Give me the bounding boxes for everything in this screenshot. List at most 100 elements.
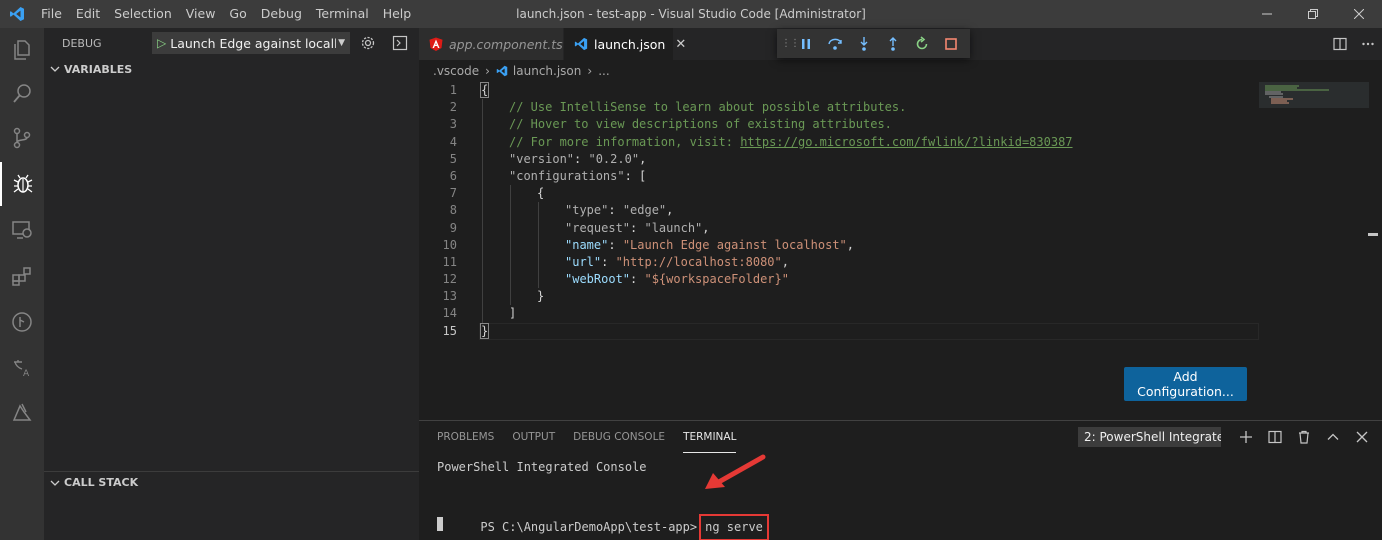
start-debugging-icon[interactable]: ▷	[157, 36, 166, 50]
minimize-button[interactable]	[1244, 0, 1290, 28]
code-line: 9 "request": "launch",	[419, 220, 1259, 237]
step-over-icon	[827, 38, 842, 50]
json-value: "http://localhost:8080"	[615, 254, 782, 269]
vscode-icon	[574, 37, 588, 51]
callstack-section-header[interactable]: CALL STACK	[44, 471, 419, 493]
chevron-right-icon: ›	[485, 64, 490, 78]
tab-app-component[interactable]: app.component.ts	[419, 28, 564, 60]
search-button[interactable]	[0, 72, 44, 116]
menu-help[interactable]: Help	[376, 0, 419, 28]
line-number: 8	[449, 203, 457, 218]
accessibility-button[interactable]: A	[0, 346, 44, 390]
split-terminal-button[interactable]	[1260, 430, 1289, 444]
step-out-icon	[889, 36, 896, 51]
step-over-button[interactable]	[820, 29, 849, 58]
code-link[interactable]: https://go.microsoft.com/fwlink/?linkid=…	[740, 135, 1072, 149]
step-into-button[interactable]	[849, 29, 878, 58]
editor-actions	[1326, 28, 1382, 60]
kill-terminal-button[interactable]	[1289, 430, 1318, 444]
chevron-right-icon: ›	[587, 64, 593, 78]
code-line: 11 "url": "http://localhost:8080",	[419, 254, 1259, 271]
code-line: 7 {	[419, 185, 1259, 202]
tab-launch-json[interactable]: launch.json ✕	[564, 28, 686, 60]
menu-debug[interactable]: Debug	[254, 0, 309, 28]
line-number: 13	[442, 289, 457, 304]
code-line: 8 "type": "edge",	[419, 202, 1259, 219]
json-key: "version"	[509, 151, 575, 166]
json-key: "request"	[565, 220, 631, 235]
stop-button[interactable]	[936, 29, 965, 58]
code-editor[interactable]: 1 { 2 // Use IntelliSense to learn about…	[419, 82, 1259, 352]
bottom-panel: PROBLEMS OUTPUT DEBUG CONSOLE TERMINAL 2…	[419, 420, 1382, 540]
restore-button[interactable]	[1290, 0, 1336, 28]
line-number: 6	[449, 168, 457, 183]
line-number: 7	[449, 186, 457, 201]
variables-section-header[interactable]: VARIABLES	[44, 58, 419, 80]
terminal-cursor	[437, 517, 443, 531]
tab-output[interactable]: OUTPUT	[512, 421, 555, 453]
close-panel-button[interactable]	[1347, 431, 1376, 443]
code-line: 3 // Hover to view descriptions of exist…	[419, 116, 1259, 133]
annotation-arrow-icon	[705, 454, 766, 489]
git-lens-button[interactable]	[0, 300, 44, 344]
line-number: 15	[442, 323, 457, 338]
step-out-button[interactable]	[878, 29, 907, 58]
tab-terminal[interactable]: TERMINAL	[683, 421, 737, 453]
menu-view[interactable]: View	[179, 0, 223, 28]
close-tab-icon[interactable]: ✕	[675, 37, 686, 52]
menu-go[interactable]: Go	[222, 0, 253, 28]
menu-terminal[interactable]: Terminal	[309, 0, 376, 28]
source-control-button[interactable]	[0, 116, 44, 160]
more-actions-button[interactable]	[1354, 37, 1382, 51]
code-text: }	[479, 322, 490, 339]
azure-button[interactable]	[0, 390, 44, 434]
maximize-panel-button[interactable]	[1318, 430, 1347, 444]
menu-file[interactable]: File	[34, 0, 69, 28]
restart-button[interactable]	[907, 29, 936, 58]
breadcrumb-symbol[interactable]: ...	[598, 64, 609, 78]
azure-icon	[12, 403, 32, 421]
search-icon	[13, 84, 31, 103]
close-icon	[1356, 431, 1367, 443]
code-comment: // Hover to view descriptions of existin…	[509, 117, 892, 132]
code-line-current: 15 }	[419, 322, 1259, 340]
current-line-highlight	[479, 322, 1259, 340]
minimap[interactable]	[1259, 82, 1369, 122]
split-editor-button[interactable]	[1326, 37, 1354, 51]
menu-selection[interactable]: Selection	[107, 0, 179, 28]
debug-toolbar: DEBUG ▷ Launch Edge against localhost ▼	[44, 28, 419, 58]
drag-handle-icon[interactable]: ⋮⋮	[781, 38, 800, 49]
code-text: ]	[509, 306, 517, 321]
scrollbar-marker[interactable]	[1368, 233, 1378, 236]
debug-console-button[interactable]	[386, 32, 414, 54]
extensions-button[interactable]	[0, 254, 44, 298]
extensions-icon	[12, 267, 31, 286]
window-controls	[1244, 0, 1382, 28]
chevron-down-icon	[48, 64, 62, 74]
remote-explorer-button[interactable]	[0, 208, 44, 252]
editor-tabs: app.component.ts launch.json ✕ ⋮⋮	[419, 28, 1382, 60]
tab-debug-console[interactable]: DEBUG CONSOLE	[573, 421, 665, 453]
line-number: 5	[449, 151, 457, 166]
breadcrumb-file[interactable]: launch.json	[513, 64, 581, 78]
files-icon	[14, 40, 30, 60]
menu-edit[interactable]: Edit	[69, 0, 107, 28]
pause-button[interactable]	[791, 29, 820, 58]
code-line: 4 // For more information, visit: https:…	[419, 134, 1259, 151]
breadcrumb-folder[interactable]: .vscode	[433, 64, 479, 78]
gear-icon	[361, 36, 375, 50]
add-configuration-button[interactable]: Add Configuration...	[1124, 367, 1247, 401]
line-number: 1	[449, 83, 457, 97]
tab-problems[interactable]: PROBLEMS	[437, 421, 494, 453]
launch-config-select[interactable]: ▷ Launch Edge against localhost ▼	[152, 32, 350, 54]
explorer-button[interactable]	[0, 28, 44, 72]
line-number: 4	[449, 134, 457, 149]
new-terminal-button[interactable]	[1231, 430, 1260, 444]
indent-guide	[510, 185, 511, 305]
open-launch-json-button[interactable]	[354, 32, 382, 54]
line-number: 11	[442, 254, 457, 269]
close-window-button[interactable]	[1336, 0, 1382, 28]
git-icon	[12, 312, 32, 332]
terminal-select[interactable]: 2: PowerShell Integrate ▼	[1078, 427, 1221, 447]
debug-button[interactable]	[0, 162, 44, 206]
